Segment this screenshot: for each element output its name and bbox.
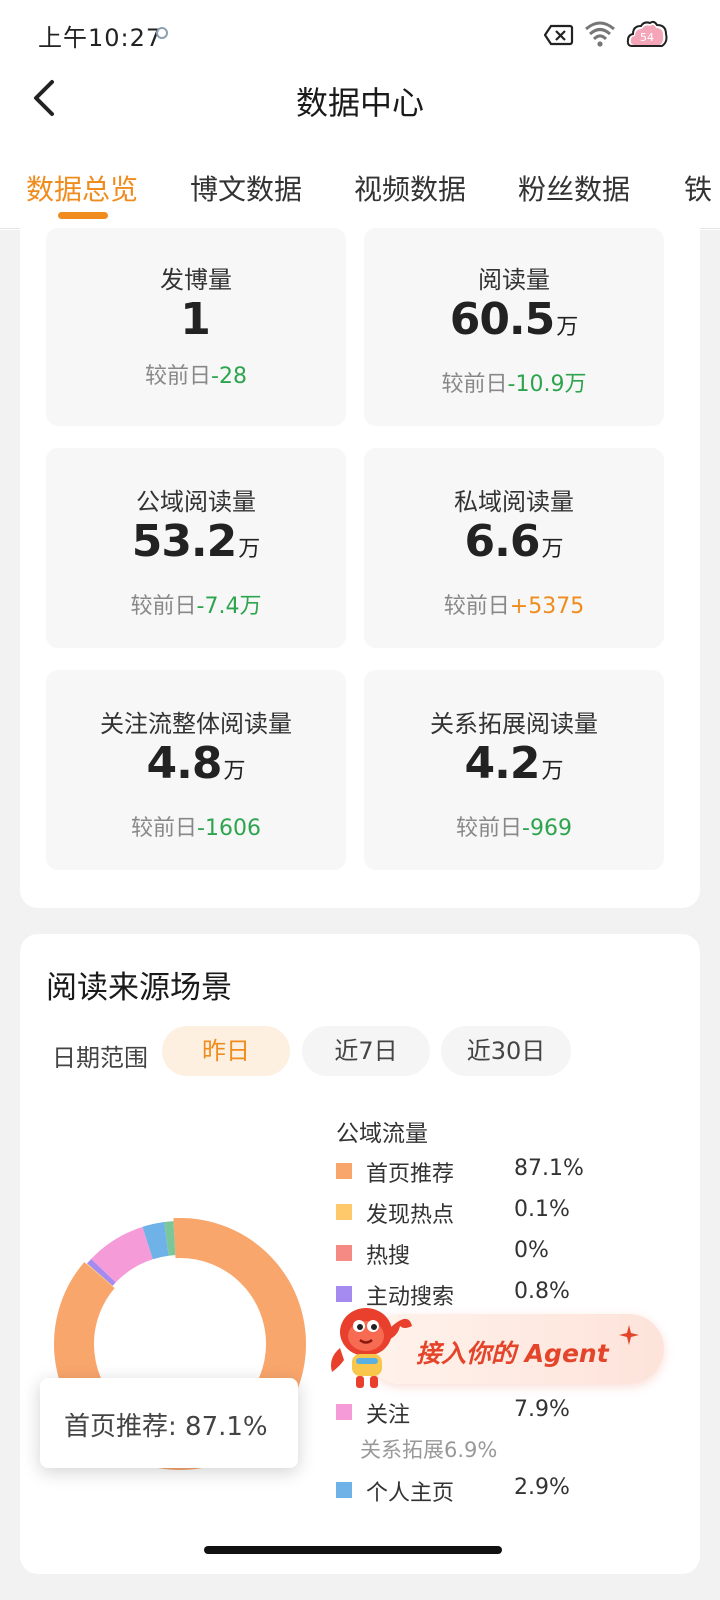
tab-post-data[interactable]: 博文数据 <box>190 168 302 208</box>
tab-bar: 数据总览 博文数据 视频数据 粉丝数据 铁 <box>0 158 720 229</box>
legend-label: 关注 <box>366 1403 411 1428</box>
wifi-icon <box>585 21 615 47</box>
status-bar: 上午10:27 54 <box>0 0 720 64</box>
tab-fans-data[interactable]: 粉丝数据 <box>518 168 630 208</box>
legend-swatch <box>336 1163 352 1179</box>
no-sim-icon <box>544 24 574 46</box>
legend-swatch <box>336 1245 352 1261</box>
page-title: 数据中心 <box>295 84 424 122</box>
legend-percent: 0.1% <box>514 1197 570 1222</box>
date-range-label: 日期范围 <box>52 1044 148 1072</box>
stat-delta: 较前日-1606 <box>131 816 261 841</box>
stat-tile-posts[interactable]: 发博量 1 较前日-28 <box>46 228 346 426</box>
legend-item[interactable]: 发现热点 0.1% <box>336 1197 676 1228</box>
legend-item[interactable]: 关注 7.9% <box>336 1397 676 1428</box>
tooltip-text: 首页推荐: 87.1% <box>64 1412 268 1442</box>
tab-active-indicator <box>58 212 108 219</box>
legend-percent: 7.9% <box>514 1397 570 1422</box>
stat-delta: 较前日+5375 <box>443 594 585 619</box>
agent-banner-text: 接入你的 Agent <box>416 1339 609 1368</box>
legend-sub-note: 关系拓展6.9% <box>360 1438 498 1462</box>
stat-label: 关系拓展阅读量 <box>430 710 598 738</box>
tab-overview[interactable]: 数据总览 <box>26 168 138 208</box>
legend-percent: 2.9% <box>514 1475 570 1500</box>
stat-delta: 较前日-7.4万 <box>130 594 262 619</box>
stat-delta: 较前日-28 <box>145 364 247 389</box>
read-source-card: 阅读来源场景 日期范围 昨日 近7日 近30日 公域流量 首页推荐 87.1% … <box>20 934 700 1574</box>
mascot-icon <box>331 1308 412 1388</box>
stat-value: 4.2万 <box>464 738 564 789</box>
stat-value: 6.6万 <box>464 516 564 567</box>
stat-label: 公域阅读量 <box>136 488 256 516</box>
stat-tile-public-reads[interactable]: 公域阅读量 53.2万 较前日-7.4万 <box>46 448 346 648</box>
legend-label: 发现热点 <box>366 1203 455 1228</box>
stat-label: 阅读量 <box>478 266 550 294</box>
stat-value: 4.8万 <box>146 738 246 789</box>
status-time: 上午10:27 <box>38 24 163 52</box>
agent-banner[interactable]: 接入你的 Agent <box>326 1296 666 1392</box>
legend-label: 个人主页 <box>366 1481 455 1506</box>
donut-slice[interactable] <box>91 1226 154 1283</box>
stat-tile-follow-feed-reads[interactable]: 关注流整体阅读量 4.8万 较前日-1606 <box>46 670 346 870</box>
stat-label: 发博量 <box>160 266 232 294</box>
stat-delta: 较前日-969 <box>456 816 572 841</box>
legend-percent: 87.1% <box>514 1156 584 1181</box>
stat-value: 1 <box>180 294 211 345</box>
stat-label: 私域阅读量 <box>454 488 574 516</box>
legend-swatch <box>336 1204 352 1220</box>
stat-label: 关注流整体阅读量 <box>100 710 292 738</box>
battery-icon: 54 <box>626 20 668 47</box>
sync-status-icon <box>156 27 168 39</box>
stat-tile-reads[interactable]: 阅读量 60.5万 较前日-10.9万 <box>364 228 664 426</box>
legend-percent: 0% <box>514 1238 549 1263</box>
range-chip-7d[interactable]: 近7日 <box>302 1026 430 1076</box>
chart-tooltip: 首页推荐: 87.1% <box>40 1378 298 1468</box>
stat-tile-private-reads[interactable]: 私域阅读量 6.6万 较前日+5375 <box>364 448 664 648</box>
legend-label: 热搜 <box>366 1244 411 1269</box>
stat-delta: 较前日-10.9万 <box>441 372 587 397</box>
sparkle-icon <box>619 1325 639 1345</box>
stat-value: 53.2万 <box>131 516 261 567</box>
legend-group-title: 公域流量 <box>336 1121 428 1147</box>
legend-label: 首页推荐 <box>366 1162 455 1187</box>
legend-item[interactable]: 个人主页 2.9% <box>336 1475 676 1506</box>
legend-swatch <box>336 1404 352 1420</box>
battery-level: 54 <box>640 31 654 44</box>
stats-card: 发博量 1 较前日-28 阅读量 60.5万 较前日-10.9万 公域阅读量 5… <box>20 228 700 908</box>
legend-swatch <box>336 1482 352 1498</box>
stat-value: 60.5万 <box>449 294 579 345</box>
nav-bar: 数据中心 <box>0 64 720 136</box>
range-chip-30d[interactable]: 近30日 <box>441 1026 571 1076</box>
tab-partial[interactable]: 铁 <box>684 168 712 208</box>
tab-video-data[interactable]: 视频数据 <box>354 168 466 208</box>
range-chip-yesterday[interactable]: 昨日 <box>162 1026 290 1076</box>
stat-tile-relation-reads[interactable]: 关系拓展阅读量 4.2万 较前日-969 <box>364 670 664 870</box>
donut-slice[interactable] <box>87 1258 116 1286</box>
donut-slice[interactable] <box>164 1221 176 1256</box>
donut-slice[interactable] <box>142 1222 170 1260</box>
home-indicator[interactable] <box>204 1546 502 1554</box>
legend-item[interactable]: 热搜 0% <box>336 1238 676 1269</box>
legend-item[interactable]: 首页推荐 87.1% <box>336 1156 676 1187</box>
section-title: 阅读来源场景 <box>46 970 232 1006</box>
